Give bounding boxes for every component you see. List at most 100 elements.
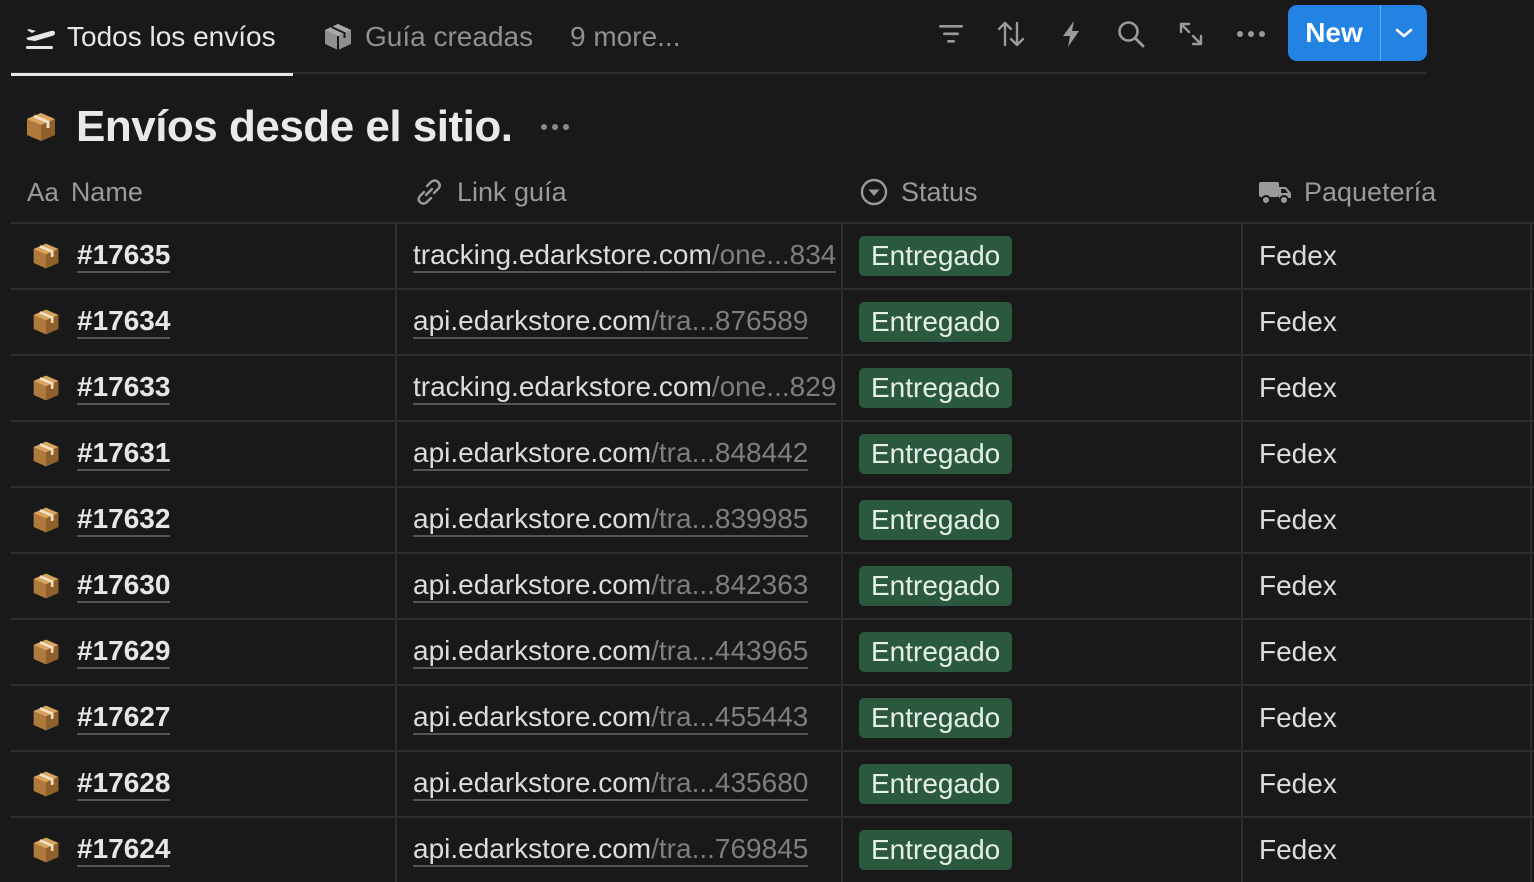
column-divider [1241,686,1243,752]
tracking-link[interactable]: api.edarkstore.com/tra...443965 [413,635,809,669]
cell-status[interactable]: Entregado [859,818,1239,882]
cell-link[interactable]: api.edarkstore.com/tra...839985 [413,488,841,552]
cell-link[interactable]: api.edarkstore.com/tra...435680 [413,752,841,816]
tracking-link[interactable]: tracking.edarkstore.com/one...834 [413,239,837,273]
cell-status[interactable]: Entregado [859,356,1239,420]
cell-status[interactable]: Entregado [859,224,1239,288]
column-divider [1530,686,1532,752]
table-row[interactable]: #17632 api.edarkstore.com/tra...839985 E… [11,488,1534,554]
tracking-link[interactable]: api.edarkstore.com/tra...435680 [413,767,809,801]
row-title[interactable]: #17631 [77,437,171,471]
cell-paqueteria[interactable]: Fedex [1259,488,1527,552]
cell-name[interactable]: #17630 [31,554,391,618]
filter-button[interactable] [921,4,981,64]
link-path: /one...834 [711,239,837,270]
cell-link[interactable]: api.edarkstore.com/tra...848442 [413,422,841,486]
more-options-button[interactable] [1221,4,1281,64]
table-row[interactable]: #17634 api.edarkstore.com/tra...876589 E… [11,290,1534,356]
table-row[interactable]: #17624 api.edarkstore.com/tra...769845 E… [11,818,1534,882]
table-row[interactable]: #17631 api.edarkstore.com/tra...848442 E… [11,422,1534,488]
search-button[interactable] [1101,4,1161,64]
cell-paqueteria[interactable]: Fedex [1259,818,1527,882]
tab-todos-los-envios[interactable]: Todos los envíos [11,0,293,76]
cell-name[interactable]: #17635 [31,224,391,288]
cell-paqueteria[interactable]: Fedex [1259,554,1527,618]
cell-paqueteria[interactable]: Fedex [1259,620,1527,684]
row-title[interactable]: #17624 [77,833,171,867]
link-host: api.edarkstore.com [413,833,652,864]
chevron-down-icon [1395,28,1413,38]
cell-paqueteria[interactable]: Fedex [1259,422,1527,486]
tracking-link[interactable]: api.edarkstore.com/tra...876589 [413,305,809,339]
cell-link[interactable]: api.edarkstore.com/tra...443965 [413,620,841,684]
cell-name[interactable]: #17624 [31,818,391,882]
cell-name[interactable]: #17629 [31,620,391,684]
automations-button[interactable] [1041,4,1101,64]
cell-link[interactable]: api.edarkstore.com/tra...842363 [413,554,841,618]
cell-status[interactable]: Entregado [859,554,1239,618]
cell-paqueteria[interactable]: Fedex [1259,752,1527,816]
cell-paqueteria[interactable]: Fedex [1259,224,1527,288]
cell-status[interactable]: Entregado [859,752,1239,816]
tab-guia-creadas[interactable]: Guía creadas [321,0,533,74]
cell-name[interactable]: #17633 [31,356,391,420]
table-row[interactable]: #17635 tracking.edarkstore.com/one...834… [11,224,1534,290]
cell-link[interactable]: api.edarkstore.com/tra...455443 [413,686,841,750]
column-header-paqueteria[interactable]: Paquetería [1258,160,1436,224]
table-row[interactable]: #17628 api.edarkstore.com/tra...435680 E… [11,752,1534,818]
cell-name[interactable]: #17632 [31,488,391,552]
cell-status[interactable]: Entregado [859,620,1239,684]
cell-link[interactable]: tracking.edarkstore.com/one...834 [413,224,841,288]
row-title[interactable]: #17634 [77,305,171,339]
cell-paqueteria[interactable]: Fedex [1259,686,1527,750]
column-header-link[interactable]: Link guía [413,160,567,224]
row-title[interactable]: #17629 [77,635,171,669]
column-header-status[interactable]: Status [859,160,978,224]
cell-status[interactable]: Entregado [859,290,1239,354]
cell-paqueteria[interactable]: Fedex [1259,356,1527,420]
cell-name[interactable]: #17627 [31,686,391,750]
cell-name[interactable]: #17634 [31,290,391,354]
truck-icon [1258,178,1292,206]
row-title[interactable]: #17630 [77,569,171,603]
sort-button[interactable] [981,4,1041,64]
cell-link[interactable]: api.edarkstore.com/tra...876589 [413,290,841,354]
cell-status[interactable]: Entregado [859,686,1239,750]
row-title[interactable]: #17633 [77,371,171,405]
row-title[interactable]: #17628 [77,767,171,801]
cell-status[interactable]: Entregado [859,488,1239,552]
view-options-button[interactable] [538,110,572,144]
table-row[interactable]: #17633 tracking.edarkstore.com/one...829… [11,356,1534,422]
cell-link[interactable]: api.edarkstore.com/tra...769845 [413,818,841,882]
tracking-link[interactable]: api.edarkstore.com/tra...769845 [413,833,809,867]
cell-status[interactable]: Entregado [859,422,1239,486]
new-options-dropdown[interactable] [1381,5,1427,61]
cell-name[interactable]: #17628 [31,752,391,816]
cell-name[interactable]: #17631 [31,422,391,486]
page-title[interactable]: Envíos desde el sitio. [76,102,513,152]
more-views-button[interactable]: 9 more... [570,0,680,74]
row-title[interactable]: #17627 [77,701,171,735]
package-icon [33,771,59,797]
tracking-link[interactable]: tracking.edarkstore.com/one...829 [413,371,837,405]
airplane-icon [23,20,57,54]
column-divider [1530,224,1532,290]
cell-paqueteria[interactable]: Fedex [1259,290,1527,354]
package-icon [33,375,59,401]
row-title[interactable]: #17635 [77,239,171,273]
table-row[interactable]: #17629 api.edarkstore.com/tra...443965 E… [11,620,1534,686]
tracking-link[interactable]: api.edarkstore.com/tra...842363 [413,569,809,603]
database-page: Todos los envíos Guía creadas 9 more... [0,0,1534,882]
open-full-page-button[interactable] [1161,4,1221,64]
table-row[interactable]: #17627 api.edarkstore.com/tra...455443 E… [11,686,1534,752]
tracking-link[interactable]: api.edarkstore.com/tra...455443 [413,701,809,735]
row-title[interactable]: #17632 [77,503,171,537]
cell-link[interactable]: tracking.edarkstore.com/one...829 [413,356,841,420]
tracking-link[interactable]: api.edarkstore.com/tra...848442 [413,437,809,471]
tracking-link[interactable]: api.edarkstore.com/tra...839985 [413,503,809,537]
column-divider [1530,488,1532,554]
new-button[interactable]: New [1288,5,1380,61]
table-row[interactable]: #17630 api.edarkstore.com/tra...842363 E… [11,554,1534,620]
column-header-name[interactable]: Aa Name [27,160,143,224]
column-divider [395,356,397,422]
